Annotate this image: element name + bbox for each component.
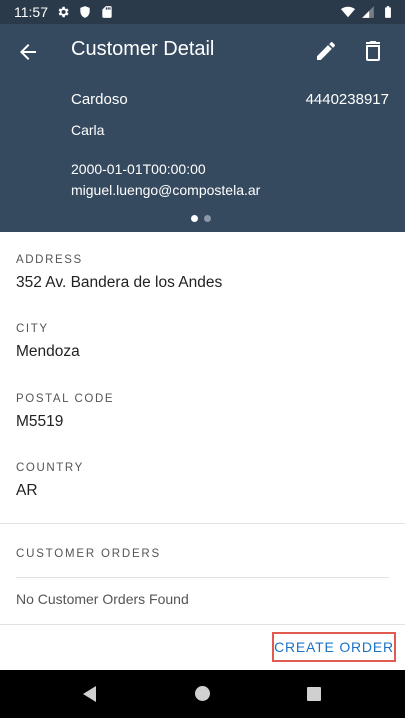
wifi-icon: [341, 6, 355, 18]
customer-birthdate: 2000-01-01T00:00:00: [71, 161, 206, 177]
shield-icon: [80, 6, 90, 18]
customer-last-name: Cardoso: [71, 91, 128, 108]
no-orders-message: No Customer Orders Found: [16, 591, 189, 607]
city-value: Mendoza: [16, 343, 80, 360]
address-value: 352 Av. Bandera de los Andes: [16, 274, 223, 291]
edit-pencil-icon[interactable]: [314, 39, 338, 63]
page-title: Customer Detail: [71, 38, 215, 60]
address-field: ADDRESS 352 Av. Bandera de los Andes: [16, 254, 222, 292]
customer-email: miguel.luengo@compostela.ar: [71, 182, 261, 198]
orders-divider: [16, 577, 389, 578]
customer-first-name: Carla: [71, 122, 105, 138]
page-indicator: [191, 215, 211, 222]
status-time: 11:57: [14, 4, 48, 20]
nav-home-icon[interactable]: [195, 686, 210, 701]
battery-icon: [385, 6, 391, 18]
postal-code-field: POSTAL CODE M5519: [16, 393, 114, 431]
customer-header: Customer Detail Cardoso 4440238917 Carla…: [0, 24, 405, 232]
back-arrow-icon[interactable]: [16, 40, 40, 64]
system-nav-bar: [0, 670, 405, 718]
cell-signal-icon: [362, 6, 374, 18]
city-field: CITY Mendoza: [16, 323, 80, 361]
customer-orders-header: CUSTOMER ORDERS: [16, 548, 161, 560]
country-label: COUNTRY: [16, 462, 84, 474]
status-bar: 11:57: [0, 0, 405, 24]
delete-trash-icon[interactable]: [361, 39, 385, 63]
toolbar: Customer Detail: [0, 24, 405, 80]
nav-recents-icon[interactable]: [307, 687, 321, 701]
country-field: COUNTRY AR: [16, 462, 84, 500]
city-label: CITY: [16, 323, 49, 335]
footer-divider: [0, 624, 405, 625]
postal-code-label: POSTAL CODE: [16, 393, 115, 405]
settings-gear-icon: [58, 6, 69, 18]
create-order-button[interactable]: CREATE ORDER: [272, 632, 396, 662]
customer-phone: 4440238917: [305, 91, 389, 108]
country-value: AR: [16, 482, 38, 499]
postal-code-value: M5519: [16, 413, 64, 430]
address-label: ADDRESS: [16, 254, 83, 266]
page-dot[interactable]: [204, 215, 211, 222]
nav-back-icon[interactable]: [82, 685, 98, 703]
section-divider: [0, 523, 405, 524]
sd-card-icon: [102, 6, 112, 18]
page-dot-active[interactable]: [191, 215, 198, 222]
